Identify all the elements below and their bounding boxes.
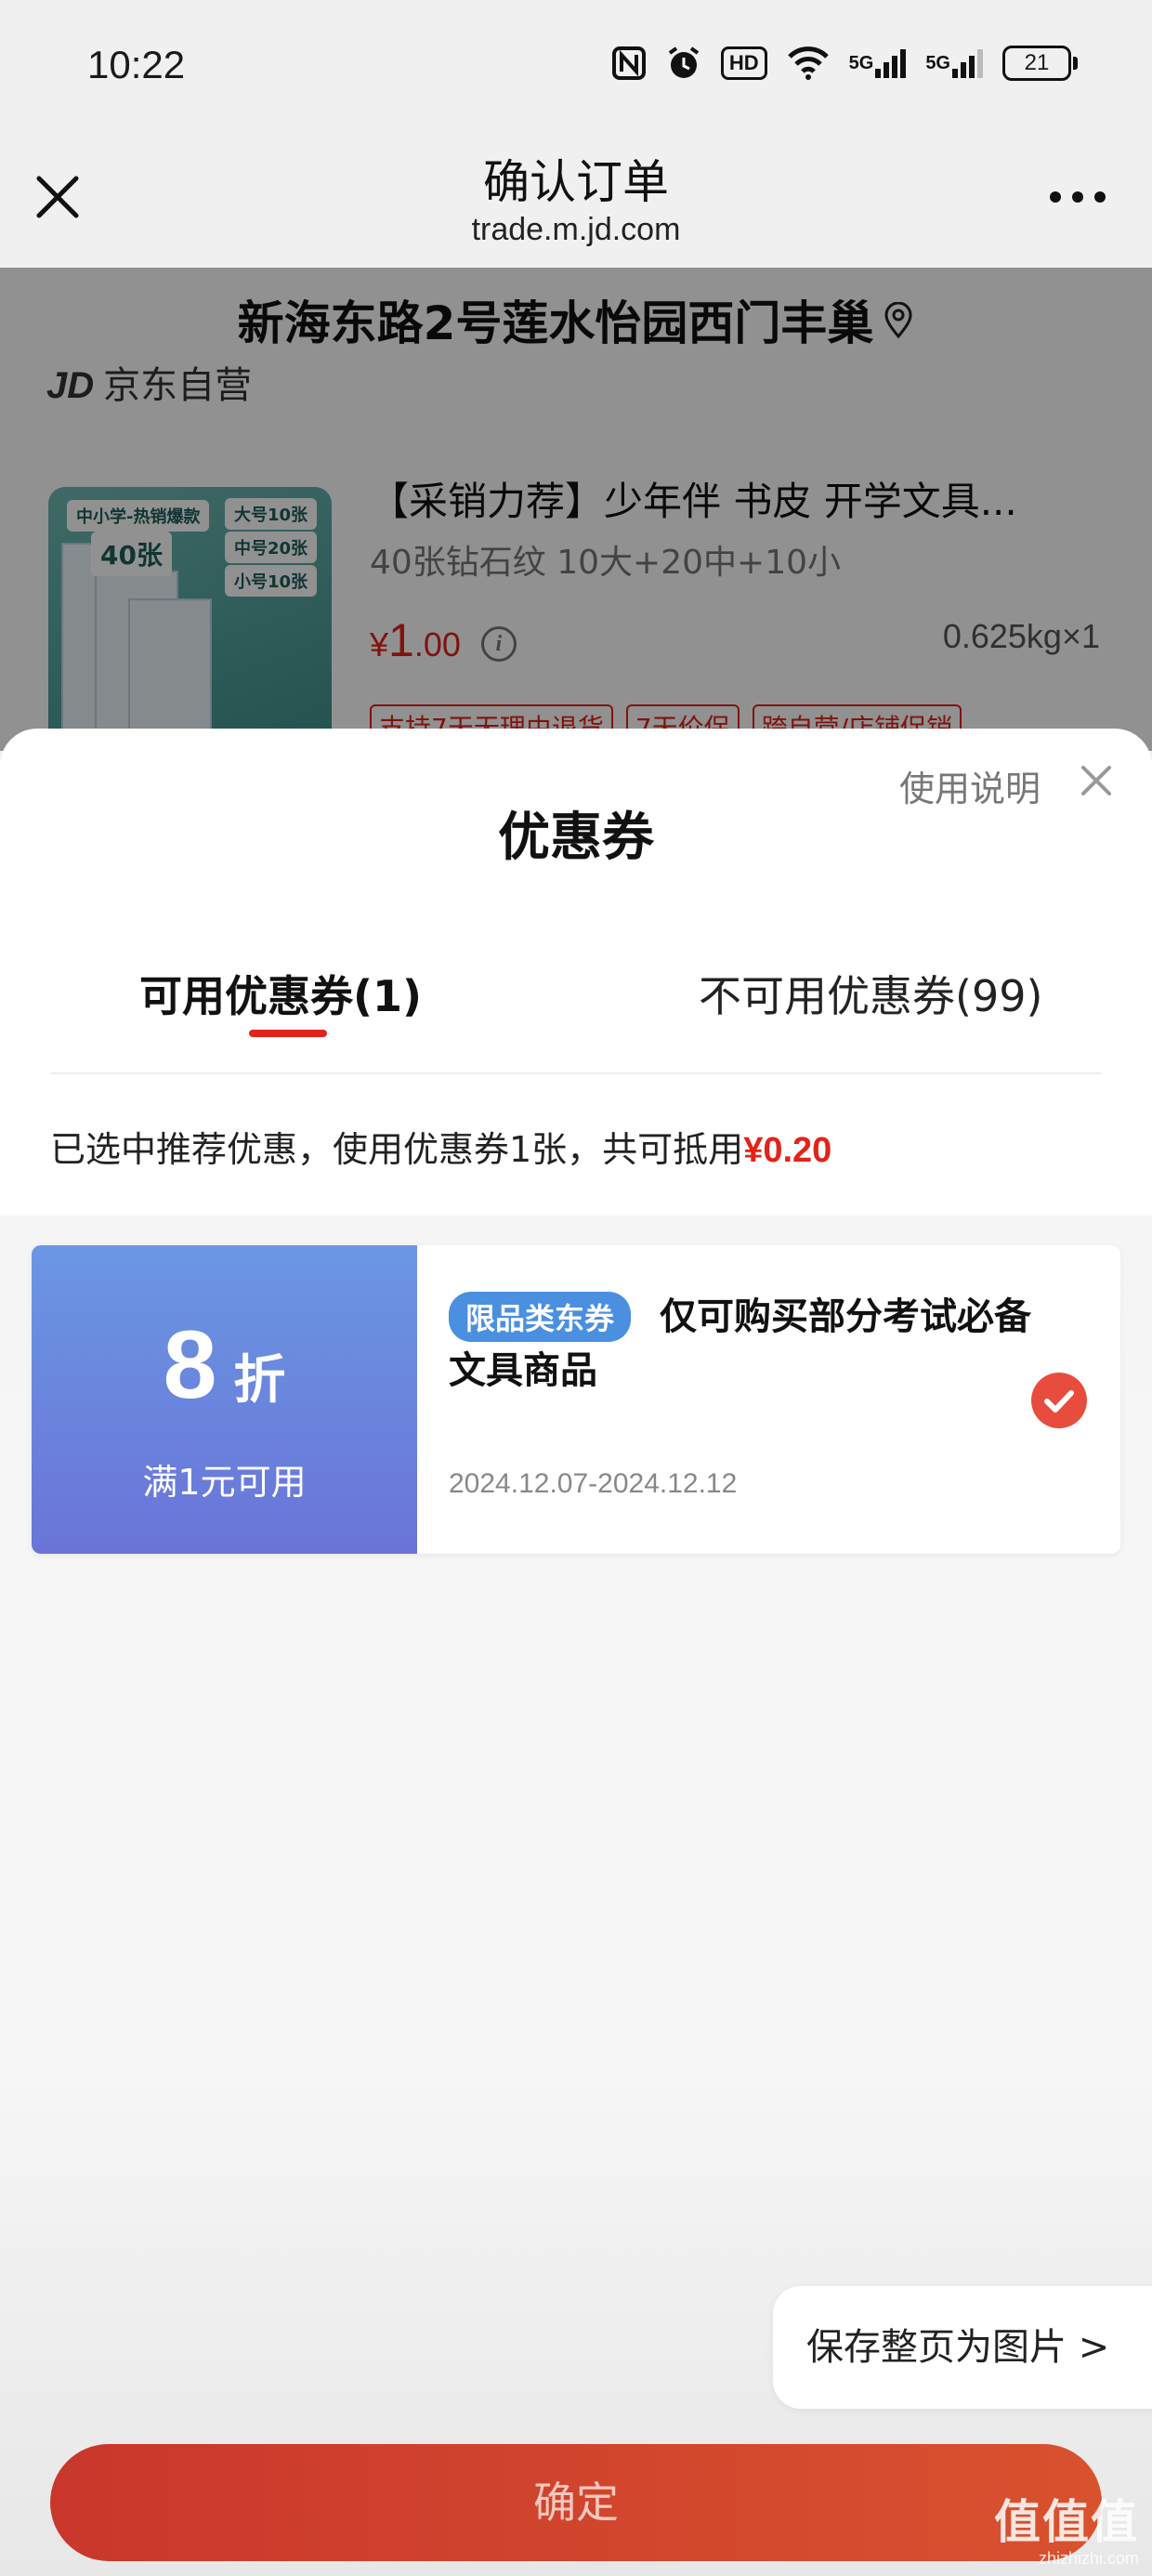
status-bar: 10:22 HD 5G 5G 21: [0, 0, 1152, 139]
coupon-condition: 满1元可用: [142, 1462, 307, 1503]
tab-indicator: [249, 1030, 327, 1037]
tab-available-coupons[interactable]: 可用优惠券(1): [139, 963, 422, 1024]
coupon-type-badge: 限品类东券: [449, 1292, 632, 1342]
modal-overlay[interactable]: [0, 268, 1152, 751]
battery-icon: 21: [1002, 46, 1078, 81]
confirm-button[interactable]: 确定: [50, 2444, 1102, 2561]
status-icons: HD 5G 5G 21: [611, 45, 1078, 82]
coupon-validity: 2024.12.07-2024.12.12: [449, 1468, 738, 1499]
network-label: 5G: [925, 52, 950, 73]
sheet-title: 优惠券: [498, 808, 654, 868]
divider: [50, 1072, 1102, 1074]
coupon-description: 文具商品: [449, 1349, 597, 1392]
battery-level: 21: [1002, 46, 1071, 81]
coupon-card[interactable]: 8折 满1元可用 限品类东券 仅可购买部分考试必备 文具商品 2024.12.0…: [32, 1245, 1120, 1554]
5g-signal-icon: 5G: [925, 46, 984, 80]
summary-amount: ¥0.20: [743, 1131, 832, 1170]
status-time: 10:22: [87, 43, 186, 86]
hd-icon: HD: [720, 46, 767, 80]
tab-unavailable-coupons[interactable]: 不可用优惠券(99): [699, 963, 1042, 1024]
summary-text: 已选中推荐优惠，使用优惠券1张，共可抵用: [50, 1129, 744, 1170]
wifi-icon: [786, 46, 831, 81]
watermark-text: 值值值: [994, 2495, 1139, 2549]
alarm-icon: [665, 45, 702, 82]
watermark: 值值值 zhizhizhi.com: [994, 2496, 1139, 2569]
network-label: 5G: [848, 52, 874, 73]
checkmark-icon[interactable]: [1031, 1373, 1087, 1428]
page-url: trade.m.jd.com: [471, 212, 681, 247]
close-icon[interactable]: [1078, 762, 1115, 799]
save-page-as-image-button[interactable]: 保存整页为图片 >: [773, 2286, 1152, 2409]
nfc-icon: [611, 46, 647, 81]
nav-bar: 确认订单 trade.m.jd.com: [0, 139, 1152, 268]
coupon-value-panel: 8折 满1元可用: [32, 1245, 417, 1554]
coupon-description: 仅可购买部分考试必备: [660, 1295, 1031, 1338]
5g-signal-icon: 5G: [849, 46, 908, 80]
watermark-url: zhizhizhi.com: [1038, 2549, 1139, 2568]
coupon-summary: 已选中推荐优惠，使用优惠券1张，共可抵用¥0.20: [50, 1121, 831, 1172]
more-icon[interactable]: [1050, 191, 1106, 203]
coupon-discount: 8折: [163, 1311, 286, 1419]
page-title: 确认订单: [483, 155, 669, 209]
